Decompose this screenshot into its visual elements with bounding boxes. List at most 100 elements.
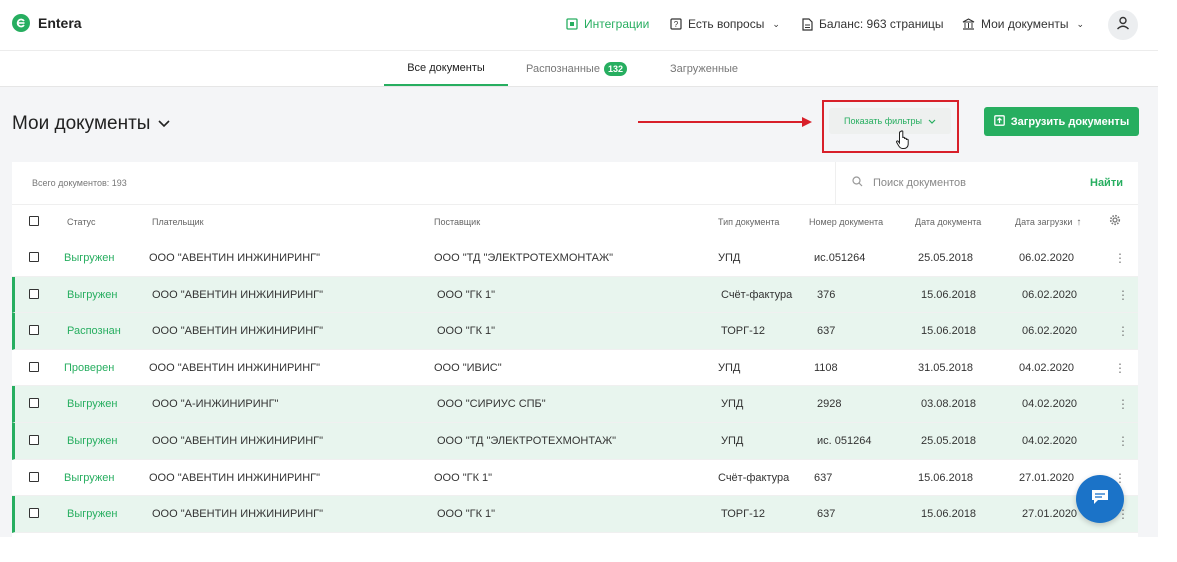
row-checkbox[interactable] [29, 508, 39, 519]
table-row[interactable]: Проверен ООО "АВЕНТИН ИНЖИНИРИНГ" ООО "И… [12, 350, 1138, 387]
status-cell: Проверен [64, 361, 115, 374]
upload-date-cell: 06.02.2020 [1022, 325, 1078, 338]
more-vertical-icon[interactable]: ⋮ [1114, 251, 1126, 265]
column-doc-date[interactable]: Дата документа [915, 217, 981, 227]
hand-cursor-icon [896, 130, 909, 149]
table-row[interactable]: Выгружен ООО "АВЕНТИН ИНЖИНИРИНГ" ООО "Г… [12, 496, 1138, 533]
upload-date-cell: 04.02.2020 [1019, 361, 1075, 374]
questions-menu[interactable]: ? Есть вопросы ⌄ [670, 17, 780, 31]
supplier-cell: ООО "ТД "ЭЛЕКТРОТЕХМОНТАЖ" [437, 434, 617, 447]
search-input[interactable]: Поиск документов [835, 162, 1049, 204]
more-vertical-icon[interactable]: ⋮ [1117, 397, 1129, 411]
payer-cell: ООО "АВЕНТИН ИНЖИНИРИНГ" [152, 508, 324, 521]
chat-icon [1090, 488, 1110, 511]
show-filters-button[interactable]: Показать фильтры [829, 108, 951, 134]
balance-label: Баланс: 963 страницы [819, 17, 944, 31]
payer-cell: ООО "АВЕНТИН ИНЖИНИРИНГ" [149, 252, 321, 264]
search-icon [852, 176, 863, 190]
upload-documents-button[interactable]: Загрузить документы [984, 107, 1139, 136]
doc-type-cell: УПД [718, 361, 741, 374]
document-icon [802, 17, 813, 31]
brand-logo[interactable]: Entera [12, 14, 82, 32]
doc-number-cell: 2928 [817, 398, 842, 411]
status-cell: Выгружен [67, 398, 118, 411]
doc-type-cell: УПД [718, 252, 741, 264]
table-row[interactable]: Выгружен ООО "АВЕНТИН ИНЖИНИРИНГ" ООО "Т… [12, 240, 1138, 277]
table-row[interactable]: Выгружен ООО "А-ИНЖИНИРИНГ" ООО "СИРИУС … [12, 386, 1138, 423]
balance-info[interactable]: Баланс: 963 страницы [802, 17, 944, 31]
tab-all-documents[interactable]: Все документы [384, 51, 508, 86]
status-cell: Распознан [67, 325, 121, 338]
doc-number-cell: 637 [814, 471, 833, 484]
more-vertical-icon[interactable]: ⋮ [1117, 324, 1129, 338]
payer-cell: ООО "АВЕНТИН ИНЖИНИРИНГ" [149, 471, 321, 484]
select-all-checkbox[interactable] [29, 216, 39, 226]
user-icon [1116, 16, 1130, 35]
row-checkbox[interactable] [29, 325, 39, 336]
doc-date-cell: 15.06.2018 [918, 471, 974, 484]
row-checkbox[interactable] [29, 434, 39, 445]
tab-uploaded[interactable]: Загруженные [670, 51, 738, 86]
doc-date-cell: 03.08.2018 [921, 398, 977, 411]
user-avatar[interactable] [1108, 10, 1138, 40]
tab-label: Загруженные [670, 62, 739, 75]
doc-date-cell: 25.05.2018 [918, 252, 974, 264]
chat-support-button[interactable] [1076, 475, 1124, 523]
doc-date-cell: 25.05.2018 [921, 434, 977, 447]
payer-cell: ООО "АВЕНТИН ИНЖИНИРИНГ" [149, 361, 321, 374]
my-documents-menu[interactable]: Мои документы ⌄ [962, 17, 1084, 31]
show-filters-label: Показать фильтры [843, 116, 923, 126]
supplier-cell: ООО "ГК 1" [434, 471, 493, 484]
upload-date-cell: 06.02.2020 [1019, 252, 1075, 264]
documents-table: Всего документов: 193 Поиск документов Н… [12, 162, 1138, 537]
chevron-down-icon [158, 117, 171, 131]
column-upload-date[interactable]: Дата загрузки ↑ [1015, 217, 1081, 228]
bank-icon [962, 18, 975, 30]
help-icon: ? [670, 18, 682, 30]
chevron-down-icon [928, 116, 936, 126]
column-status[interactable]: Статус [67, 217, 95, 227]
more-vertical-icon[interactable]: ⋮ [1114, 361, 1126, 375]
column-doc-type[interactable]: Тип документа [718, 217, 779, 227]
more-vertical-icon[interactable]: ⋮ [1117, 288, 1129, 302]
integrations-icon [566, 18, 578, 30]
table-row[interactable]: Распознан ООО "АВЕНТИН ИНЖИНИРИНГ" ООО "… [12, 313, 1138, 350]
search-placeholder: Поиск документов [873, 177, 967, 189]
column-payer[interactable]: Плательщик [152, 217, 204, 227]
doc-number-cell: ис.051264 [814, 252, 866, 264]
column-supplier[interactable]: Поставщик [434, 217, 480, 227]
settings-gear-icon[interactable] [1109, 214, 1121, 228]
table-row[interactable]: Выгружен ООО "АВЕНТИН ИНЖИНИРИНГ" ООО "Г… [12, 276, 1138, 314]
table-row[interactable]: Выгружен ООО "АВЕНТИН ИНЖИНИРИНГ" ООО "Г… [12, 460, 1138, 497]
integrations-link[interactable]: Интеграции [566, 17, 649, 31]
doc-type-cell: УПД [721, 398, 744, 411]
row-checkbox[interactable] [29, 471, 39, 482]
row-checkbox[interactable] [29, 398, 39, 409]
doc-number-cell: ис. 051264 [817, 434, 872, 447]
supplier-cell: ООО "СИРИУС СПБ" [437, 398, 546, 411]
upload-date-cell: 27.01.2020 [1019, 471, 1075, 484]
supplier-cell: ООО "ИВИС" [434, 361, 502, 374]
column-doc-number[interactable]: Номер документа [809, 217, 883, 227]
status-cell: Выгружен [64, 471, 115, 484]
row-checkbox[interactable] [29, 288, 39, 299]
more-vertical-icon[interactable]: ⋮ [1117, 434, 1129, 448]
questions-label: Есть вопросы [688, 17, 765, 31]
sort-arrow-up-icon[interactable]: ↑ [1076, 217, 1081, 228]
row-checkbox[interactable] [29, 252, 39, 262]
upload-date-label: Дата загрузки [1015, 217, 1073, 227]
page-title[interactable]: Мои документы [12, 113, 171, 135]
doc-date-cell: 15.06.2018 [921, 288, 977, 301]
row-checkbox[interactable] [29, 361, 39, 372]
doc-type-cell: ТОРГ-12 [721, 508, 765, 521]
doc-number-cell: 637 [817, 325, 836, 338]
find-button[interactable]: Найти [1090, 177, 1123, 189]
doc-number-cell: 376 [817, 288, 836, 301]
doc-type-cell: ТОРГ-12 [721, 325, 765, 338]
svg-text:?: ? [674, 20, 679, 29]
count-badge: 132 [603, 61, 627, 76]
document-tabs: Все документы Распознанные 132 Загруженн… [0, 51, 1158, 87]
tab-recognized[interactable]: Распознанные 132 [526, 51, 627, 86]
table-row[interactable]: Выгружен ООО "АВЕНТИН ИНЖИНИРИНГ" ООО "Т… [12, 422, 1138, 460]
table-toolbar: Всего документов: 193 Поиск документов Н… [12, 162, 1138, 205]
